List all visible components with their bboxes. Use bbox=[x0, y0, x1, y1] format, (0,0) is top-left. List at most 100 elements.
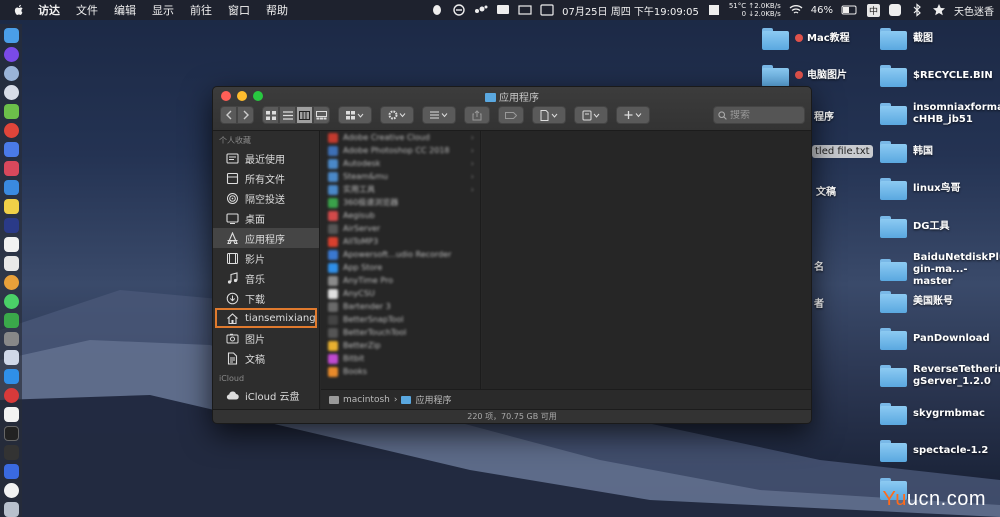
screen-icon[interactable] bbox=[518, 3, 532, 17]
app-row[interactable]: BetterZip bbox=[321, 339, 480, 352]
dock-calendar-icon[interactable] bbox=[3, 236, 19, 252]
sidebar-item-music[interactable]: 音乐 bbox=[213, 268, 319, 288]
desktop-folder-us-account[interactable]: 美国账号 bbox=[880, 291, 953, 313]
list-view-button[interactable] bbox=[279, 106, 296, 124]
sidebar-item-recents[interactable]: 最近使用 bbox=[213, 148, 319, 168]
app-row[interactable]: AnyCSU bbox=[321, 287, 480, 300]
calendar-icon[interactable] bbox=[540, 3, 554, 17]
dock-launchpad-icon[interactable] bbox=[3, 65, 19, 81]
dots-icon[interactable] bbox=[474, 3, 488, 17]
menu-window[interactable]: 窗口 bbox=[228, 2, 250, 18]
folder-row[interactable]: Autodesk › bbox=[321, 157, 480, 170]
apple-icon[interactable] bbox=[12, 3, 26, 17]
app-row[interactable]: BetterSnapTool bbox=[321, 313, 480, 326]
menu-finder[interactable]: 访达 bbox=[38, 2, 60, 18]
dock-appstore-icon[interactable] bbox=[3, 369, 19, 385]
message-icon[interactable] bbox=[496, 3, 510, 17]
dock-preview-icon[interactable] bbox=[3, 350, 19, 366]
dock-messages-icon[interactable] bbox=[3, 293, 19, 309]
desktop-folder-screenshots[interactable]: 截图 bbox=[880, 28, 933, 50]
dock-vpn-icon[interactable] bbox=[3, 464, 19, 480]
desktop-partial-label[interactable]: 名 bbox=[814, 258, 824, 273]
path-segment-disk[interactable]: macintosh bbox=[343, 395, 390, 405]
app-row[interactable]: AllToMP3 bbox=[321, 235, 480, 248]
app-row[interactable]: Aegisub bbox=[321, 209, 480, 222]
desktop-partial-label[interactable]: 文稿 bbox=[816, 183, 836, 198]
app-row[interactable]: Apowersoft...udio Recorder bbox=[321, 248, 480, 261]
sidebar-item-all-files[interactable]: 所有文件 bbox=[213, 168, 319, 188]
gallery-view-button[interactable] bbox=[313, 106, 330, 124]
desktop-partial-label[interactable]: tled file.txt bbox=[812, 145, 873, 158]
desktop-folder-insomniax[interactable]: insomniaxforma cHHB_jb51 bbox=[880, 102, 1000, 126]
sidebar-item-desktop[interactable]: 桌面 bbox=[213, 208, 319, 228]
new-item-button[interactable] bbox=[616, 106, 650, 124]
sync-icon[interactable] bbox=[452, 3, 466, 17]
dock-monitor-icon[interactable] bbox=[3, 445, 19, 461]
arrange-button[interactable] bbox=[422, 106, 456, 124]
desktop-folder-baidunetdisk[interactable]: BaiduNetdiskPlu gin-ma...-master bbox=[880, 252, 1000, 288]
app-row[interactable]: Bitbit bbox=[321, 352, 480, 365]
dock-siri-icon[interactable] bbox=[3, 46, 19, 62]
net-speed[interactable]: 51°C ↑2.0KB/s 0 ↓2.0KB/s bbox=[729, 2, 781, 18]
folder-row[interactable]: Steam&mu › bbox=[321, 170, 480, 183]
icon-view-button[interactable] bbox=[262, 106, 279, 124]
wifi-icon[interactable] bbox=[789, 3, 803, 17]
app-row[interactable]: Bartender 3 bbox=[321, 300, 480, 313]
dock-terminal-icon[interactable] bbox=[3, 426, 19, 442]
dock-trash-icon[interactable] bbox=[3, 502, 19, 517]
sogou-icon[interactable] bbox=[888, 3, 902, 17]
dock-facetime-icon[interactable] bbox=[3, 312, 19, 328]
quicklook-button[interactable] bbox=[532, 106, 566, 124]
app-row[interactable]: Books bbox=[321, 365, 480, 378]
folder-row[interactable]: Adobe Creative Cloud › bbox=[321, 131, 480, 144]
desktop-folder-spectacle[interactable]: spectacle-1.2 bbox=[880, 440, 988, 462]
archive-button[interactable] bbox=[574, 106, 608, 124]
dock-mail-icon[interactable] bbox=[3, 141, 19, 157]
tags-button[interactable] bbox=[498, 106, 524, 124]
desktop-partial-label[interactable]: 程序 bbox=[814, 108, 834, 123]
dock-chrome-icon[interactable] bbox=[3, 122, 19, 138]
app-row[interactable]: App Store bbox=[321, 261, 480, 274]
menu-edit[interactable]: 编辑 bbox=[114, 2, 136, 18]
desktop-folder-korea[interactable]: 韩国 bbox=[880, 141, 933, 163]
app-row[interactable]: AirServer bbox=[321, 222, 480, 235]
forward-button[interactable] bbox=[237, 106, 254, 124]
dock-app-icon[interactable] bbox=[3, 160, 19, 176]
column-view-button[interactable] bbox=[296, 106, 313, 124]
desktop-folder-pandownload[interactable]: PanDownload bbox=[880, 328, 990, 350]
dock-android-icon[interactable] bbox=[3, 103, 19, 119]
app-row[interactable]: 360极速浏览器 bbox=[321, 196, 480, 209]
desktop-partial-label[interactable]: 者 bbox=[814, 295, 824, 310]
dock-v-icon[interactable] bbox=[3, 407, 19, 423]
bluetooth-icon[interactable] bbox=[910, 3, 924, 17]
path-segment-folder[interactable]: 应用程序 bbox=[415, 393, 451, 406]
dock-safari-icon[interactable] bbox=[3, 84, 19, 100]
app-row[interactable]: BetterTouchTool bbox=[321, 326, 480, 339]
action-button[interactable] bbox=[380, 106, 414, 124]
folder-row[interactable]: Adobe Photoshop CC 2018 › bbox=[321, 144, 480, 157]
dock-photos-icon[interactable] bbox=[3, 274, 19, 290]
sidebar-item-applications[interactable]: 应用程序 bbox=[213, 228, 319, 248]
search-box[interactable] bbox=[713, 106, 805, 124]
menu-help[interactable]: 帮助 bbox=[266, 2, 288, 18]
sidebar-item-movies[interactable]: 影片 bbox=[213, 248, 319, 268]
menu-go[interactable]: 前往 bbox=[190, 2, 212, 18]
sidebar-item-home[interactable]: tiansemixiang bbox=[215, 308, 317, 328]
back-button[interactable] bbox=[220, 106, 237, 124]
clock[interactable]: 07月25日 周四 下午19:09:05 bbox=[562, 3, 699, 18]
dock-editor-icon[interactable] bbox=[3, 255, 19, 271]
desktop-folder-recycle-bin[interactable]: $RECYCLE.BIN bbox=[880, 65, 993, 87]
folder-row[interactable]: 实用工具 › bbox=[321, 183, 480, 196]
dock-finder-icon[interactable] bbox=[3, 28, 19, 43]
sidebar-item-airdrop[interactable]: 隔空投送 bbox=[213, 188, 319, 208]
desktop-folder-skygrmbmac[interactable]: skygrmbmac bbox=[880, 403, 985, 425]
sidebar-item-downloads[interactable]: 下载 bbox=[213, 288, 319, 308]
dock-vivaldi-icon[interactable] bbox=[3, 388, 19, 404]
desktop-folder-linux[interactable]: linux鸟哥 bbox=[880, 178, 961, 200]
group-button[interactable] bbox=[338, 106, 372, 124]
input-method[interactable]: 中 bbox=[866, 3, 880, 17]
sidebar-item-pictures[interactable]: 图片 bbox=[213, 328, 319, 348]
desktop-folder-dg-tools[interactable]: DG工具 bbox=[880, 216, 950, 238]
share-button[interactable] bbox=[464, 106, 490, 124]
menu-file[interactable]: 文件 bbox=[76, 2, 98, 18]
